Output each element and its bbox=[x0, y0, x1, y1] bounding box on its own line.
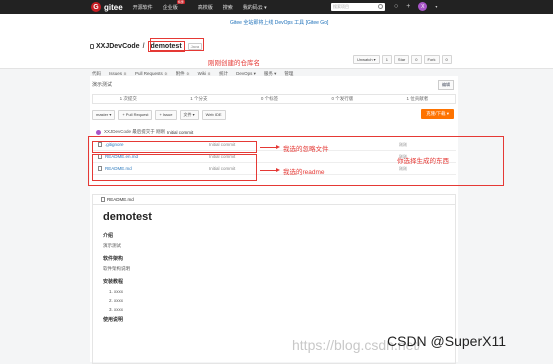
new-pull-request-button[interactable]: + Pull Request bbox=[118, 110, 153, 120]
plus-icon[interactable]: + bbox=[406, 3, 410, 10]
annotation-readme: 我选的readme bbox=[283, 169, 325, 176]
watch-button[interactable]: Unwatch ▾ bbox=[353, 55, 380, 64]
stat-releases[interactable]: 0 个发行版 bbox=[331, 96, 353, 102]
search-icon[interactable] bbox=[378, 4, 383, 9]
new-issue-button[interactable]: + Issue bbox=[155, 110, 177, 120]
clone-download-button[interactable]: 克隆/下载 ▾ bbox=[421, 109, 454, 119]
stat-branches[interactable]: 1 个分支 bbox=[190, 96, 207, 102]
committer-avatar bbox=[96, 129, 101, 135]
readme-list-item: 3. xxxx bbox=[109, 307, 124, 312]
branch-select[interactable]: master ▾ bbox=[92, 110, 116, 120]
gitee-logo[interactable]: G gitee bbox=[91, 2, 123, 12]
stat-contributors[interactable]: 1 位贡献者 bbox=[407, 96, 429, 102]
watch-count[interactable]: 1 bbox=[381, 55, 392, 64]
fork-button[interactable]: Fork bbox=[423, 55, 440, 64]
repo-main: 演示测试 编辑 1 次提交 1 个分支 0 个标签 0 个发行版 1 位贡献者 … bbox=[90, 76, 458, 364]
annotation-box-repo-name bbox=[150, 38, 204, 51]
readme-header: README.md bbox=[93, 195, 455, 205]
file-menu-button[interactable]: 文件 ▾ bbox=[179, 110, 199, 120]
nav-open-source[interactable]: 开源软件 bbox=[133, 4, 153, 11]
avatar-chevron-down-icon[interactable]: ▾ bbox=[435, 4, 437, 9]
stat-commits[interactable]: 1 次提交 bbox=[120, 96, 137, 102]
readme-list-item: 1. xxxx bbox=[109, 289, 124, 294]
annotation-box-readme bbox=[92, 154, 257, 181]
nav-enterprise[interactable]: 企业版 特惠 bbox=[162, 0, 188, 11]
gitee-logo-icon: G bbox=[91, 2, 101, 12]
announcement-banner[interactable]: Gitee 全站即将上线 DevOps 工具 [Gitee Go] bbox=[230, 19, 328, 26]
readme-heading: 使用说明 bbox=[103, 317, 124, 323]
repo-header: Gitee 全站即将上线 DevOps 工具 [Gitee Go] XXJDev… bbox=[0, 14, 553, 80]
annotation-box-gitignore bbox=[92, 141, 257, 153]
promo-badge: 特惠 bbox=[176, 0, 185, 4]
readme-list-item: 2. xxxx bbox=[109, 298, 124, 303]
readme-heading: 软件架构 bbox=[103, 256, 124, 262]
gitee-logo-text: gitee bbox=[104, 2, 123, 12]
annotation-generated: 你选择生成的东西 bbox=[397, 158, 449, 165]
repo-actions: Unwatch ▾ 1 Star 0 Fork 0 bbox=[353, 55, 452, 64]
readme-file-name[interactable]: README.md bbox=[107, 197, 134, 202]
user-avatar[interactable]: X bbox=[418, 2, 428, 11]
main-nav: 开源软件 企业版 特惠 高校版 搜索 我的码云 ▾ bbox=[133, 0, 277, 11]
annotation-gitignore: 我选的忽略文件 bbox=[283, 146, 329, 153]
readme-heading: 介绍 bbox=[103, 233, 114, 239]
notification-bell-icon[interactable]: ○ bbox=[394, 3, 398, 10]
readme-heading: 安装教程 bbox=[103, 279, 124, 285]
nav-education[interactable]: 高校版 bbox=[198, 4, 213, 11]
commit-author[interactable]: XXJDevCode 最后提交于 刚刚 bbox=[104, 129, 165, 135]
repo-owner-link[interactable]: XXJDevCode bbox=[96, 43, 140, 50]
nav-my-gitee[interactable]: 我的码云 ▾ bbox=[243, 4, 267, 11]
web-ide-button[interactable]: Web IDE bbox=[201, 110, 226, 120]
readme-body: demotest 介绍 演示测试 软件架构 软件架构说明 安装教程 1. xxx… bbox=[93, 205, 455, 333]
fork-count[interactable]: 0 bbox=[441, 55, 452, 64]
latest-commit: XXJDevCode 最后提交于 刚刚 Initial commit bbox=[96, 129, 193, 135]
nav-blog[interactable]: 搜索 bbox=[223, 4, 233, 11]
repo-lock-icon bbox=[90, 44, 94, 49]
repo-description: 演示测试 bbox=[92, 82, 113, 88]
top-navbar: G gitee 开源软件 企业版 特惠 高校版 搜索 我的码云 ▾ 搜索项目 ○ … bbox=[0, 0, 553, 14]
commit-message[interactable]: Initial commit bbox=[167, 130, 193, 135]
readme-title: demotest bbox=[103, 211, 152, 223]
nav-enterprise-label: 企业版 bbox=[162, 4, 178, 11]
readme-file-icon bbox=[101, 197, 105, 202]
search-input[interactable]: 搜索项目 bbox=[331, 3, 385, 11]
star-count[interactable]: 0 bbox=[411, 55, 422, 64]
arrow-right-icon bbox=[260, 168, 280, 172]
stat-tags[interactable]: 0 个标签 bbox=[261, 96, 278, 102]
readme-paragraph: 软件架构说明 bbox=[103, 266, 130, 271]
search-placeholder: 搜索项目 bbox=[333, 4, 349, 9]
edit-description-button[interactable]: 编辑 bbox=[438, 80, 454, 90]
annotation-repo-name: 刚刚创建的仓库名 bbox=[208, 60, 260, 67]
breadcrumb-separator: / bbox=[142, 43, 145, 50]
csdn-watermark: CSDN @SuperX11 bbox=[387, 333, 506, 349]
arrow-right-icon bbox=[260, 145, 280, 149]
repo-toolbar: master ▾ + Pull Request + Issue 文件 ▾ Web… bbox=[92, 110, 226, 120]
readme-paragraph: 演示测试 bbox=[103, 243, 121, 248]
star-button[interactable]: Star bbox=[393, 55, 410, 64]
top-icons: ○ + X ▾ bbox=[394, 2, 437, 11]
repo-stats-bar: 1 次提交 1 个分支 0 个标签 0 个发行版 1 位贡献者 bbox=[92, 94, 456, 104]
